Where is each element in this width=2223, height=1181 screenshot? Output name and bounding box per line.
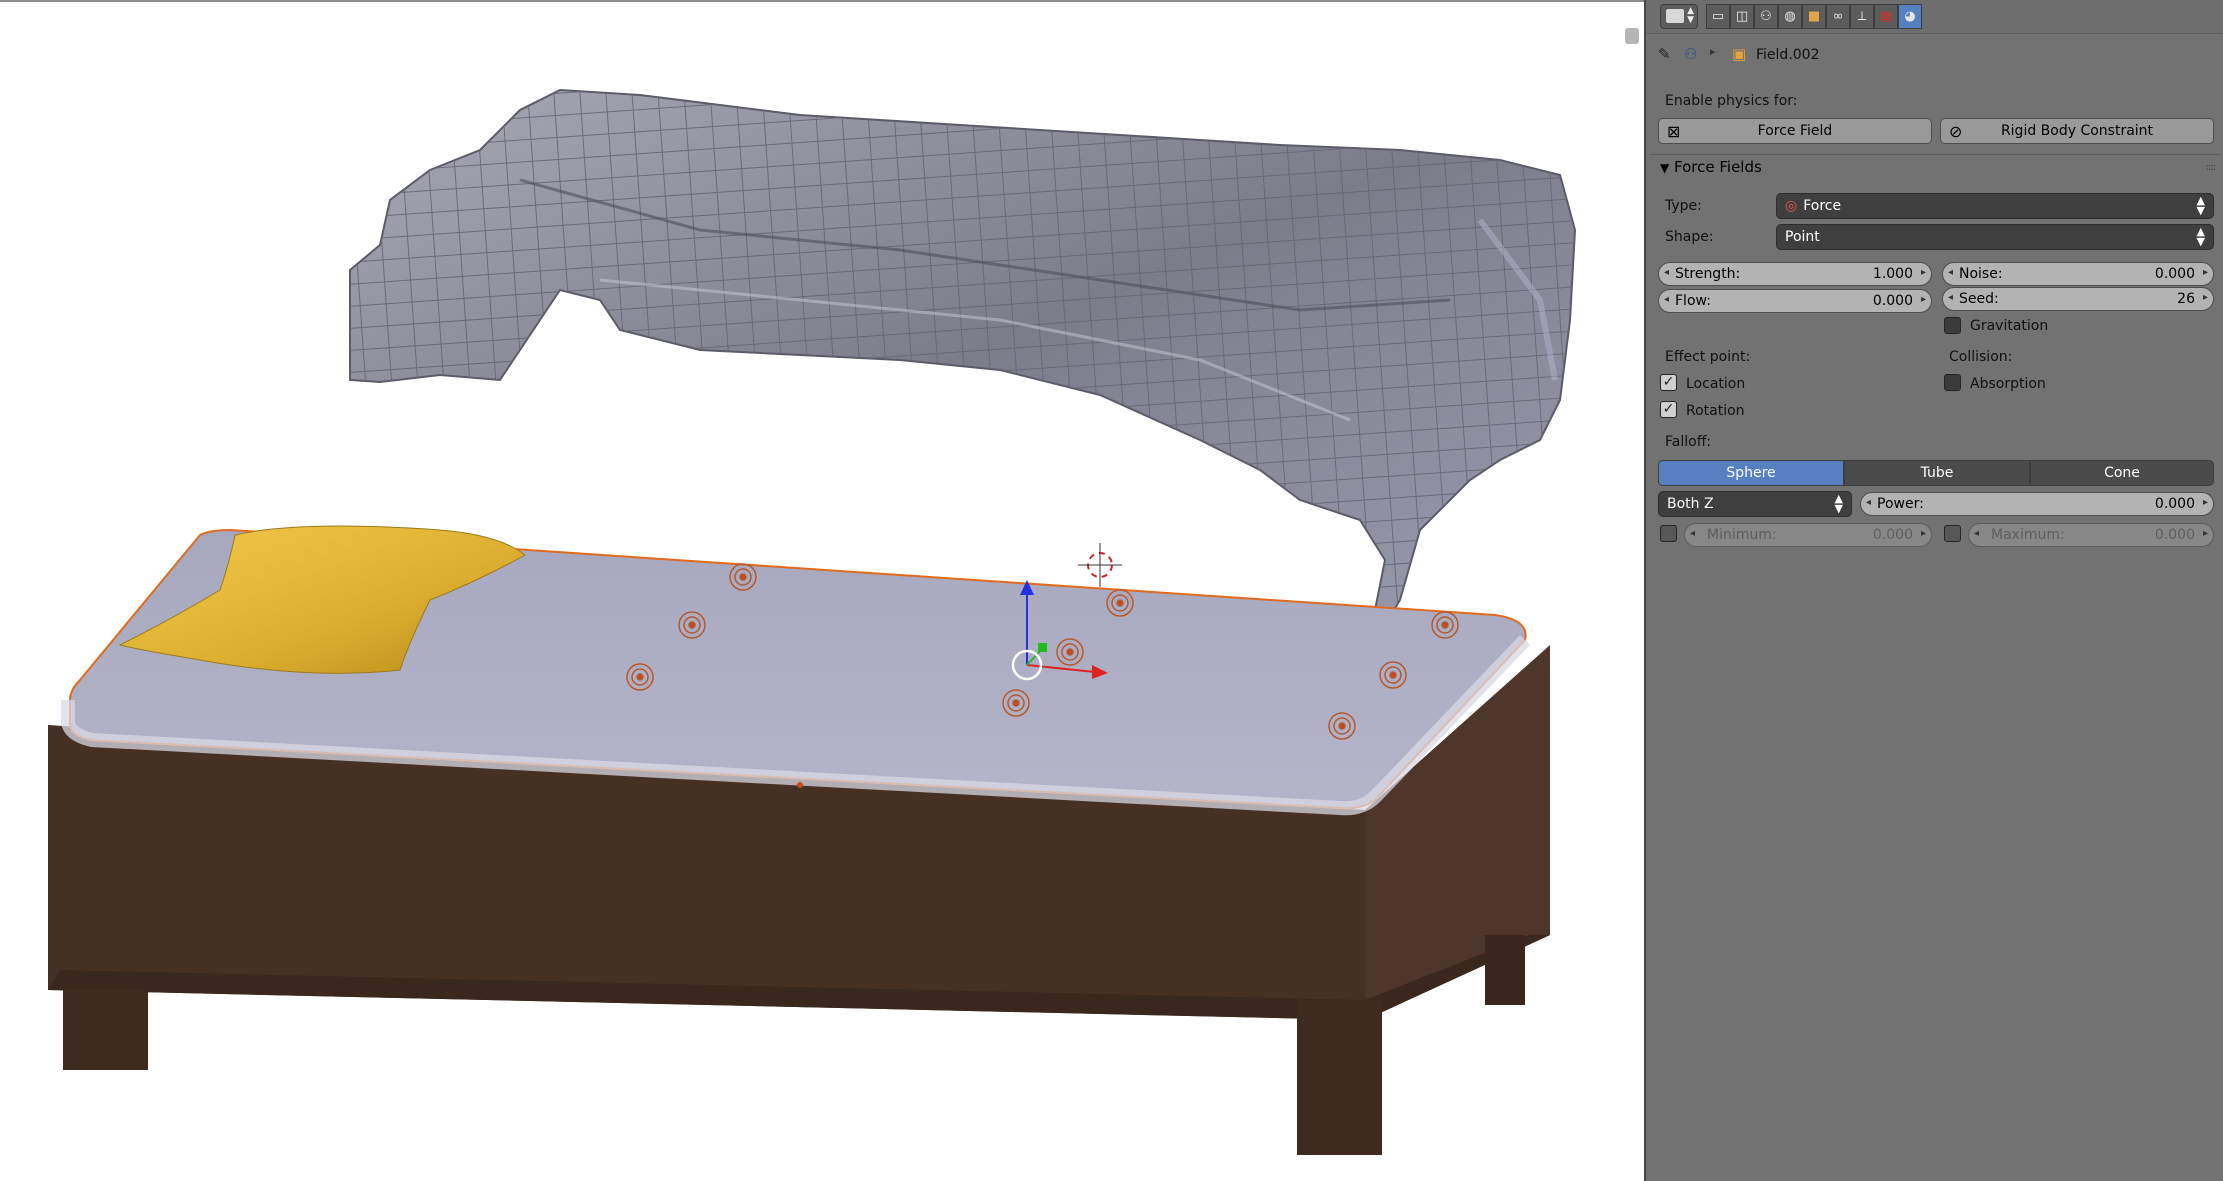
object-breadcrumb-icon: ▣ — [1732, 45, 1747, 63]
close-x-icon: ⊠ — [1667, 122, 1681, 141]
decrement-arrow-icon[interactable]: ◂ — [1664, 294, 1669, 305]
use-maximum-checkbox[interactable] — [1944, 525, 1961, 542]
chevron-updown-icon: ▲ ▼ — [1834, 492, 1843, 515]
gravitation-label: Gravitation — [1970, 318, 2049, 334]
scene-icon[interactable]: ⚇ — [1754, 4, 1778, 29]
rotation-label: Rotation — [1686, 403, 1745, 419]
decrement-arrow-icon[interactable]: ◂ — [1690, 528, 1695, 539]
properties-editor-icon — [1666, 9, 1684, 23]
render-layers-icon[interactable]: ◫ — [1730, 4, 1754, 29]
drag-handle-icon[interactable]: :::: — [2206, 162, 2217, 173]
viewport-scene — [48, 88, 1577, 1155]
gravitation-checkbox[interactable] — [1944, 317, 1961, 334]
force-field-button[interactable]: ⊠ Force Field — [1658, 118, 1932, 144]
constraints-icon[interactable]: ∞ — [1826, 4, 1850, 29]
increment-arrow-icon[interactable]: ▸ — [2203, 528, 2208, 539]
falloff-label: Falloff: — [1665, 434, 1712, 450]
type-dropdown[interactable]: ◎ Force ▲ ▼ — [1776, 193, 2214, 219]
cloth-mesh[interactable] — [349, 88, 1577, 627]
absorption-checkbox[interactable] — [1944, 374, 1961, 391]
type-label: Type: — [1665, 198, 1702, 214]
falloff-cone-button[interactable]: Cone — [2030, 460, 2214, 486]
chevron-updown-icon: ▲ ▼ — [1687, 6, 1694, 25]
object-name: Field.002 — [1756, 47, 1820, 63]
falloff-sphere-button[interactable]: Sphere — [1658, 460, 1844, 486]
effect-point-label: Effect point: — [1665, 349, 1751, 365]
shape-label: Shape: — [1665, 229, 1714, 245]
maximum-field[interactable]: ◂ Maximum: 0.000 ▸ — [1968, 523, 2214, 547]
chevron-updown-icon: ▲ ▼ — [2196, 194, 2205, 217]
decrement-arrow-icon[interactable]: ◂ — [1948, 292, 1953, 303]
3d-cursor[interactable] — [1078, 543, 1122, 587]
force-fields-panel-header[interactable]: ▼ Force Fields — [1660, 158, 1762, 176]
chevron-updown-icon: ▲ ▼ — [2196, 225, 2205, 248]
increment-arrow-icon[interactable]: ▸ — [2203, 292, 2208, 303]
collision-label: Collision: — [1949, 349, 2013, 365]
editor-type-selector[interactable]: ▲ ▼ — [1660, 4, 1698, 29]
properties-header: ▲ ▼ ▭ ◫ ⚇ ◍ ■ ∞ ⟂ ▦ ◕ — [1646, 0, 2223, 34]
increment-arrow-icon[interactable]: ▸ — [2203, 267, 2208, 278]
enable-physics-label: Enable physics for: — [1665, 93, 1798, 109]
location-checkbox[interactable]: ✓ — [1660, 374, 1677, 391]
decrement-arrow-icon[interactable]: ◂ — [1948, 267, 1953, 278]
increment-arrow-icon[interactable]: ▸ — [1921, 267, 1926, 278]
noise-field[interactable]: ◂ Noise: 0.000 ▸ — [1942, 262, 2214, 286]
decrement-arrow-icon[interactable]: ◂ — [1974, 528, 1979, 539]
power-field[interactable]: ◂ Power: 0.000 ▸ — [1860, 492, 2214, 516]
object-icon[interactable]: ■ — [1802, 4, 1826, 29]
shape-dropdown[interactable]: Point ▲ ▼ — [1776, 224, 2214, 250]
collapse-triangle-icon: ▼ — [1660, 161, 1670, 175]
scene-breadcrumb-icon: ⚇ — [1684, 45, 1698, 63]
seed-field[interactable]: ◂ Seed: 26 ▸ — [1942, 287, 2214, 311]
minimum-field[interactable]: ◂ Minimum: 0.000 ▸ — [1684, 523, 1932, 547]
increment-arrow-icon[interactable]: ▸ — [1921, 528, 1926, 539]
render-icon[interactable]: ▭ — [1706, 4, 1730, 29]
location-label: Location — [1686, 376, 1746, 392]
world-icon[interactable]: ◍ — [1778, 4, 1802, 29]
texture-icon[interactable]: ▦ — [1874, 4, 1898, 29]
strength-field[interactable]: ◂ Strength: 1.000 ▸ — [1658, 262, 1932, 286]
z-direction-dropdown[interactable]: Both Z ▲ ▼ — [1658, 491, 1852, 517]
properties-panel: ▲ ▼ ▭ ◫ ⚇ ◍ ■ ∞ ⟂ ▦ ◕ ✎ ⚇ ▸ ▣ Field.002 E… — [1644, 0, 2223, 1181]
3d-viewport[interactable] — [0, 0, 1644, 1181]
increment-arrow-icon[interactable]: ▸ — [1921, 294, 1926, 305]
decrement-arrow-icon[interactable]: ◂ — [1866, 497, 1871, 508]
absorption-label: Absorption — [1970, 376, 2046, 392]
decrement-arrow-icon[interactable]: ◂ — [1664, 267, 1669, 278]
physics-icon[interactable]: ◕ — [1898, 4, 1922, 29]
pin-icon[interactable]: ✎ — [1658, 45, 1671, 63]
falloff-tube-button[interactable]: Tube — [1844, 460, 2030, 486]
flow-field[interactable]: ◂ Flow: 0.000 ▸ — [1658, 289, 1932, 313]
increment-arrow-icon[interactable]: ▸ — [2203, 497, 2208, 508]
force-icon: ◎ — [1785, 198, 1798, 214]
rigid-body-constraint-button[interactable]: ⊘ Rigid Body Constraint — [1940, 118, 2214, 144]
chevron-right-icon: ▸ — [1710, 45, 1716, 58]
viewport-corner-widget[interactable] — [1625, 28, 1639, 44]
rotation-checkbox[interactable]: ✓ — [1660, 401, 1677, 418]
modifiers-icon[interactable]: ⟂ — [1850, 4, 1874, 29]
panel-divider — [1650, 154, 2221, 155]
use-minimum-checkbox[interactable] — [1660, 525, 1677, 542]
link-icon: ⊘ — [1949, 122, 1963, 141]
